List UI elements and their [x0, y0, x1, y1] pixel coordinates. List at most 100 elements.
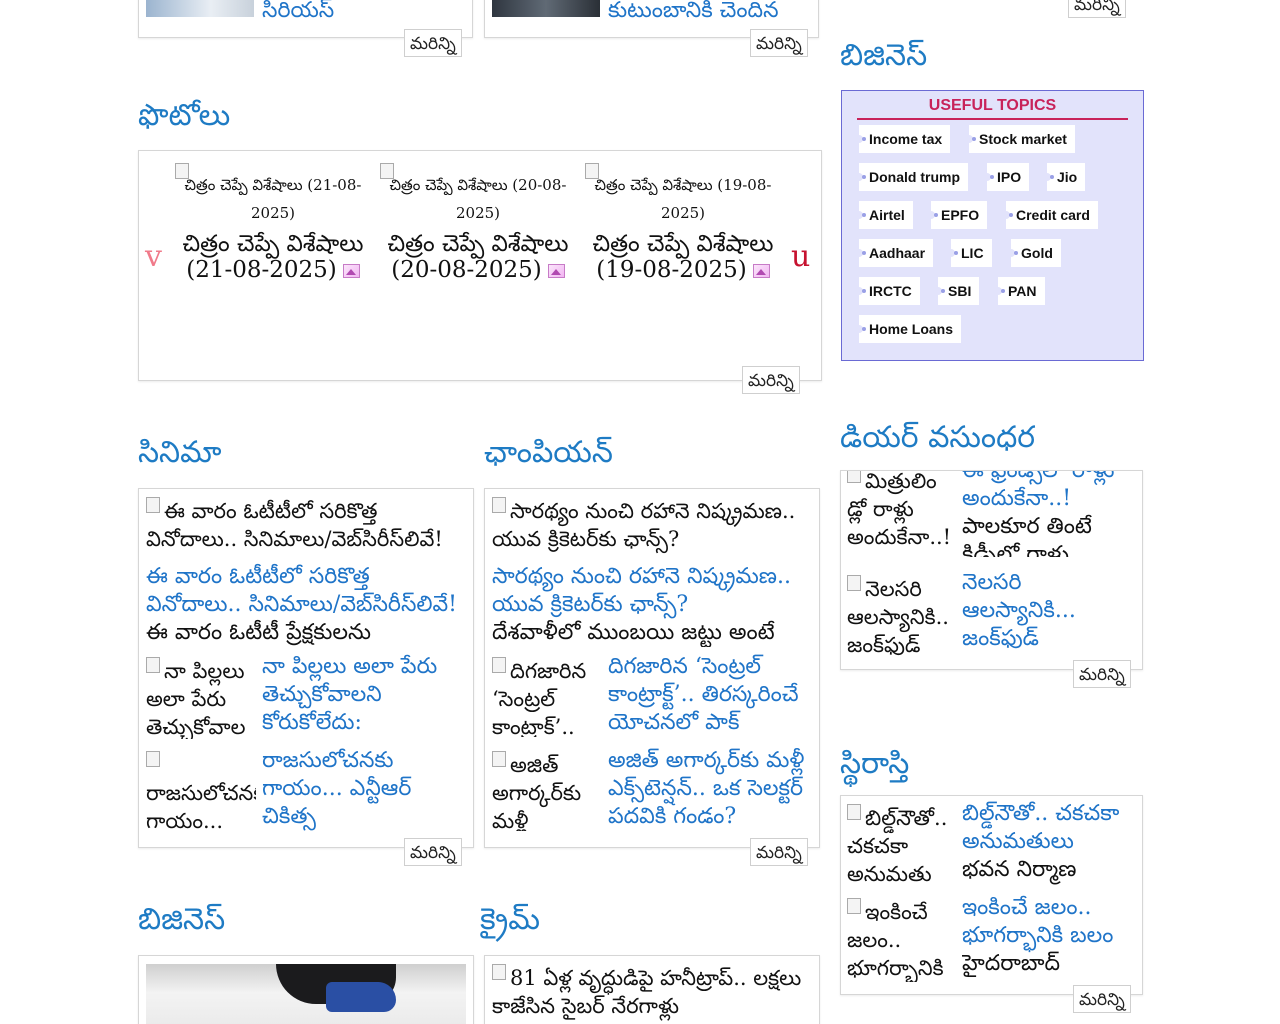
- business-card: [138, 955, 474, 1024]
- sidebar-business-heading[interactable]: బిజినెస్: [840, 36, 927, 76]
- gallery-icon: [547, 264, 565, 278]
- news-thumbnail[interactable]: దిగజారిన ‘సెంట్రల్ కాంట్రాక్’..: [492, 657, 602, 737]
- useful-topics-box: USEFUL TOPICS Income tax Stock market Do…: [841, 90, 1144, 361]
- photos-carousel: v చిత్రం చెప్పే విశేషాలు (21-08-2025) చి…: [138, 150, 822, 381]
- champion-card: సారథ్యం నుంచి రహానె నిష్క్రమణ.. యువ క్రి…: [484, 488, 820, 848]
- lead-news-title[interactable]: సారథ్యం నుంచి రహానె నిష్క్రమణ.. యువ క్రి…: [492, 563, 814, 619]
- champion-section-heading[interactable]: ఛాంపియన్: [484, 433, 613, 473]
- news-title[interactable]: సిరియస్: [262, 0, 334, 25]
- broken-image-icon: [492, 751, 506, 767]
- news-item: ఈ ఫ్రెండ్స్‌లో రాళ్లు అందుకేనా..! పాలకూర…: [962, 471, 1138, 557]
- gallery-icon: [752, 264, 770, 278]
- photo-thumbnail-alt: చిత్రం చెప్పే విశేషాలు (20-08-2025): [389, 176, 567, 222]
- news-thumbnail[interactable]: మిత్రులిం డ్లో రాళ్లు అందుకేనా..!: [847, 471, 955, 555]
- news-thumbnail[interactable]: బిల్డ్‌నౌతో.. చకచకా అనుమతు: [847, 804, 955, 888]
- news-thumbnail[interactable]: నెలసరి ఆలస్యానికి.. జంక్‌ఫుడ్: [847, 575, 955, 659]
- broken-image-icon: [492, 657, 506, 673]
- crime-card: 81 ఏళ్ల వృద్ధుడిపై హనీట్రాప్.. లక్షలు కా…: [484, 955, 820, 1024]
- dear-vasundhara-heading[interactable]: డియర్ వసుంధర: [840, 418, 1035, 458]
- lead-news-desc: ఈ వారం ఓటీటీ ప్రేక్షకులను: [146, 620, 372, 645]
- topic-ipo[interactable]: IPO: [982, 163, 1030, 191]
- topic-sbi[interactable]: SBI: [933, 277, 980, 305]
- broken-image-icon: [146, 751, 160, 767]
- lead-news-image[interactable]: సారథ్యం నుంచి రహానె నిష్క్రమణ.. యువ క్రి…: [492, 497, 814, 555]
- more-button[interactable]: మరిన్ని: [404, 838, 462, 866]
- news-title[interactable]: అజిత్ అగార్కర్‌కు మళ్లీ ఎక్స్‌టెన్షన్.. …: [608, 747, 814, 831]
- news-thumbnail[interactable]: నా పిల్లలు అలా పేరు తెచ్చుకోవాల: [146, 657, 256, 739]
- more-button[interactable]: మరిన్ని: [1073, 985, 1131, 1013]
- carousel-prev-arrow[interactable]: v: [145, 239, 162, 274]
- topic-irctc[interactable]: IRCTC: [855, 277, 920, 305]
- news-title[interactable]: బిల్డ్‌నౌతో.. చకచకా అనుమతులు: [962, 800, 1138, 856]
- lead-news-desc: దేశవాళీలో ముంబయి జట్టు అంటే: [492, 620, 775, 645]
- topic-pan[interactable]: PAN: [994, 277, 1045, 305]
- news-thumbnail[interactable]: అజిత్ అగార్కర్‌కు మళ్లీ: [492, 751, 602, 831]
- news-desc: పాలకూర తింటే కిడ్నీలో రాళ్లు: [962, 514, 1092, 557]
- photo-title[interactable]: చిత్రం చెప్పే విశేషాలు (19-08-2025): [585, 231, 781, 283]
- lead-news: సారథ్యం నుంచి రహానె నిష్క్రమణ.. యువ క్రి…: [492, 563, 814, 647]
- topic-jio[interactable]: Jio: [1042, 163, 1086, 191]
- photos-section-heading[interactable]: ఫొటోలు: [138, 96, 230, 136]
- lead-news-image[interactable]: [146, 964, 466, 1024]
- lead-news-image[interactable]: ఈ వారం ఓటీటీలో సరికొత్త వినోదాలు.. సినిమ…: [146, 497, 466, 555]
- topic-credit-card[interactable]: Credit card: [1002, 201, 1098, 229]
- news-item: ఇంకించే జలం.. భూగర్భానికి బలం హైదరాబాద్: [962, 894, 1138, 984]
- news-desc: భవన నిర్మాణ: [962, 857, 1077, 882]
- news-title[interactable]: రాజసులోచనకు గాయం... ఎన్టీఆర్ చికిత్స: [262, 747, 468, 831]
- photo-title[interactable]: చిత్రం చెప్పే విశేషాలు (20-08-2025): [380, 231, 576, 283]
- photo-item-2[interactable]: చిత్రం చెప్పే విశేషాలు (20-08-2025) చిత్…: [380, 163, 576, 293]
- news-title[interactable]: నా పిల్లలు అలా పేరు తెచ్చుకోవాలని కోరుకో…: [262, 653, 468, 737]
- topic-donald-trump[interactable]: Donald trump: [855, 163, 968, 191]
- sthirasthi-card: బిల్డ్‌నౌతో.. చకచకా అనుమతు బిల్డ్‌నౌతో..…: [840, 795, 1143, 995]
- news-thumbnail[interactable]: [492, 0, 600, 17]
- topic-stock-market[interactable]: Stock market: [965, 125, 1075, 153]
- photo-thumbnail-alt: చిత్రం చెప్పే విశేషాలు (19-08-2025): [594, 176, 772, 222]
- topic-aadhaar[interactable]: Aadhaar: [854, 239, 934, 267]
- cinema-section-heading[interactable]: సినిమా: [138, 433, 222, 473]
- topic-gold[interactable]: Gold: [1007, 239, 1061, 267]
- topic-home-loans[interactable]: Home Loans: [854, 315, 962, 343]
- news-title[interactable]: దిగజారిన ‘సెంట్రల్ కాంట్రాక్ట్’.. తిరస్క…: [608, 653, 814, 737]
- news-title[interactable]: కుటుంబానికి చెందిన: [608, 0, 779, 25]
- topic-airtel[interactable]: Airtel: [855, 201, 913, 229]
- news-thumbnail[interactable]: రాజసులోచనకు గాయం...: [146, 751, 256, 831]
- lead-news-image[interactable]: 81 ఏళ్ల వృద్ధుడిపై హనీట్రాప్.. లక్షలు కా…: [492, 964, 814, 1024]
- broken-image-icon: [492, 497, 506, 513]
- news-item: నా పిల్లలు అలా పేరు తెచ్చుకోవాలని కోరుకో…: [262, 653, 468, 739]
- useful-topics-heading: USEFUL TOPICS: [857, 96, 1128, 120]
- news-title[interactable]: నెలసరి ఆలస్యానికి... జంక్‌ఫుడ్: [962, 569, 1138, 653]
- lead-news: ఈ వారం ఓటీటీలో సరికొత్త వినోదాలు.. సినిమ…: [146, 563, 468, 647]
- news-item: దిగజారిన ‘సెంట్రల్ కాంట్రాక్ట్’.. తిరస్క…: [608, 653, 814, 737]
- news-item: నెలసరి ఆలస్యానికి... జంక్‌ఫుడ్: [962, 569, 1138, 655]
- broken-image-icon: [847, 471, 861, 483]
- broken-image-icon: [146, 657, 160, 673]
- broken-image-icon: [847, 804, 861, 820]
- news-desc: హైదరాబాద్: [962, 951, 1060, 976]
- photo-item-3[interactable]: చిత్రం చెప్పే విశేషాలు (19-08-2025) చిత్…: [585, 163, 781, 293]
- more-button[interactable]: మరిన్ని: [750, 838, 808, 866]
- topic-income-tax[interactable]: Income tax: [854, 125, 951, 153]
- more-button[interactable]: మరిన్ని: [750, 29, 808, 57]
- gallery-icon: [342, 264, 360, 278]
- topic-epfo[interactable]: EPFO: [926, 201, 988, 229]
- sthirasthi-heading[interactable]: స్థిరాస్తి: [840, 744, 909, 784]
- broken-image-icon: [847, 575, 861, 591]
- news-thumbnail[interactable]: [146, 0, 254, 17]
- news-title[interactable]: ఇంకించే జలం.. భూగర్భానికి బలం: [962, 894, 1138, 950]
- news-item: అజిత్ అగార్కర్‌కు మళ్లీ ఎక్స్‌టెన్షన్.. …: [608, 747, 814, 831]
- news-thumbnail[interactable]: ఇంకించే జలం.. భూగర్భానికి: [847, 898, 955, 982]
- more-button[interactable]: మరిన్ని: [1073, 660, 1131, 688]
- lead-news-title[interactable]: ఈ వారం ఓటీటీలో సరికొత్త వినోదాలు.. సినిమ…: [146, 563, 468, 619]
- business-section-heading[interactable]: బిజినెస్: [138, 900, 225, 940]
- photo-title[interactable]: చిత్రం చెప్పే విశేషాలు (21-08-2025): [175, 231, 371, 283]
- carousel-next-arrow[interactable]: u: [791, 239, 810, 274]
- crime-section-heading[interactable]: క్రైమ్: [480, 900, 540, 940]
- more-button[interactable]: మరిన్ని: [742, 366, 800, 394]
- topic-lic[interactable]: LIC: [947, 239, 992, 267]
- more-button[interactable]: మరిన్ని: [404, 29, 462, 57]
- photo-item-1[interactable]: చిత్రం చెప్పే విశేషాలు (21-08-2025) చిత్…: [175, 163, 371, 293]
- cinema-card: ఈ వారం ఓటీటీలో సరికొత్త వినోదాలు.. సినిమ…: [138, 488, 474, 848]
- news-item: బిల్డ్‌నౌతో.. చకచకా అనుమతులు భవన నిర్మాణ: [962, 800, 1138, 890]
- more-button[interactable]: మరిన్ని: [1068, 0, 1126, 18]
- news-title[interactable]: ఈ ఫ్రెండ్స్‌లో రాళ్లు అందుకేనా..!: [962, 471, 1138, 513]
